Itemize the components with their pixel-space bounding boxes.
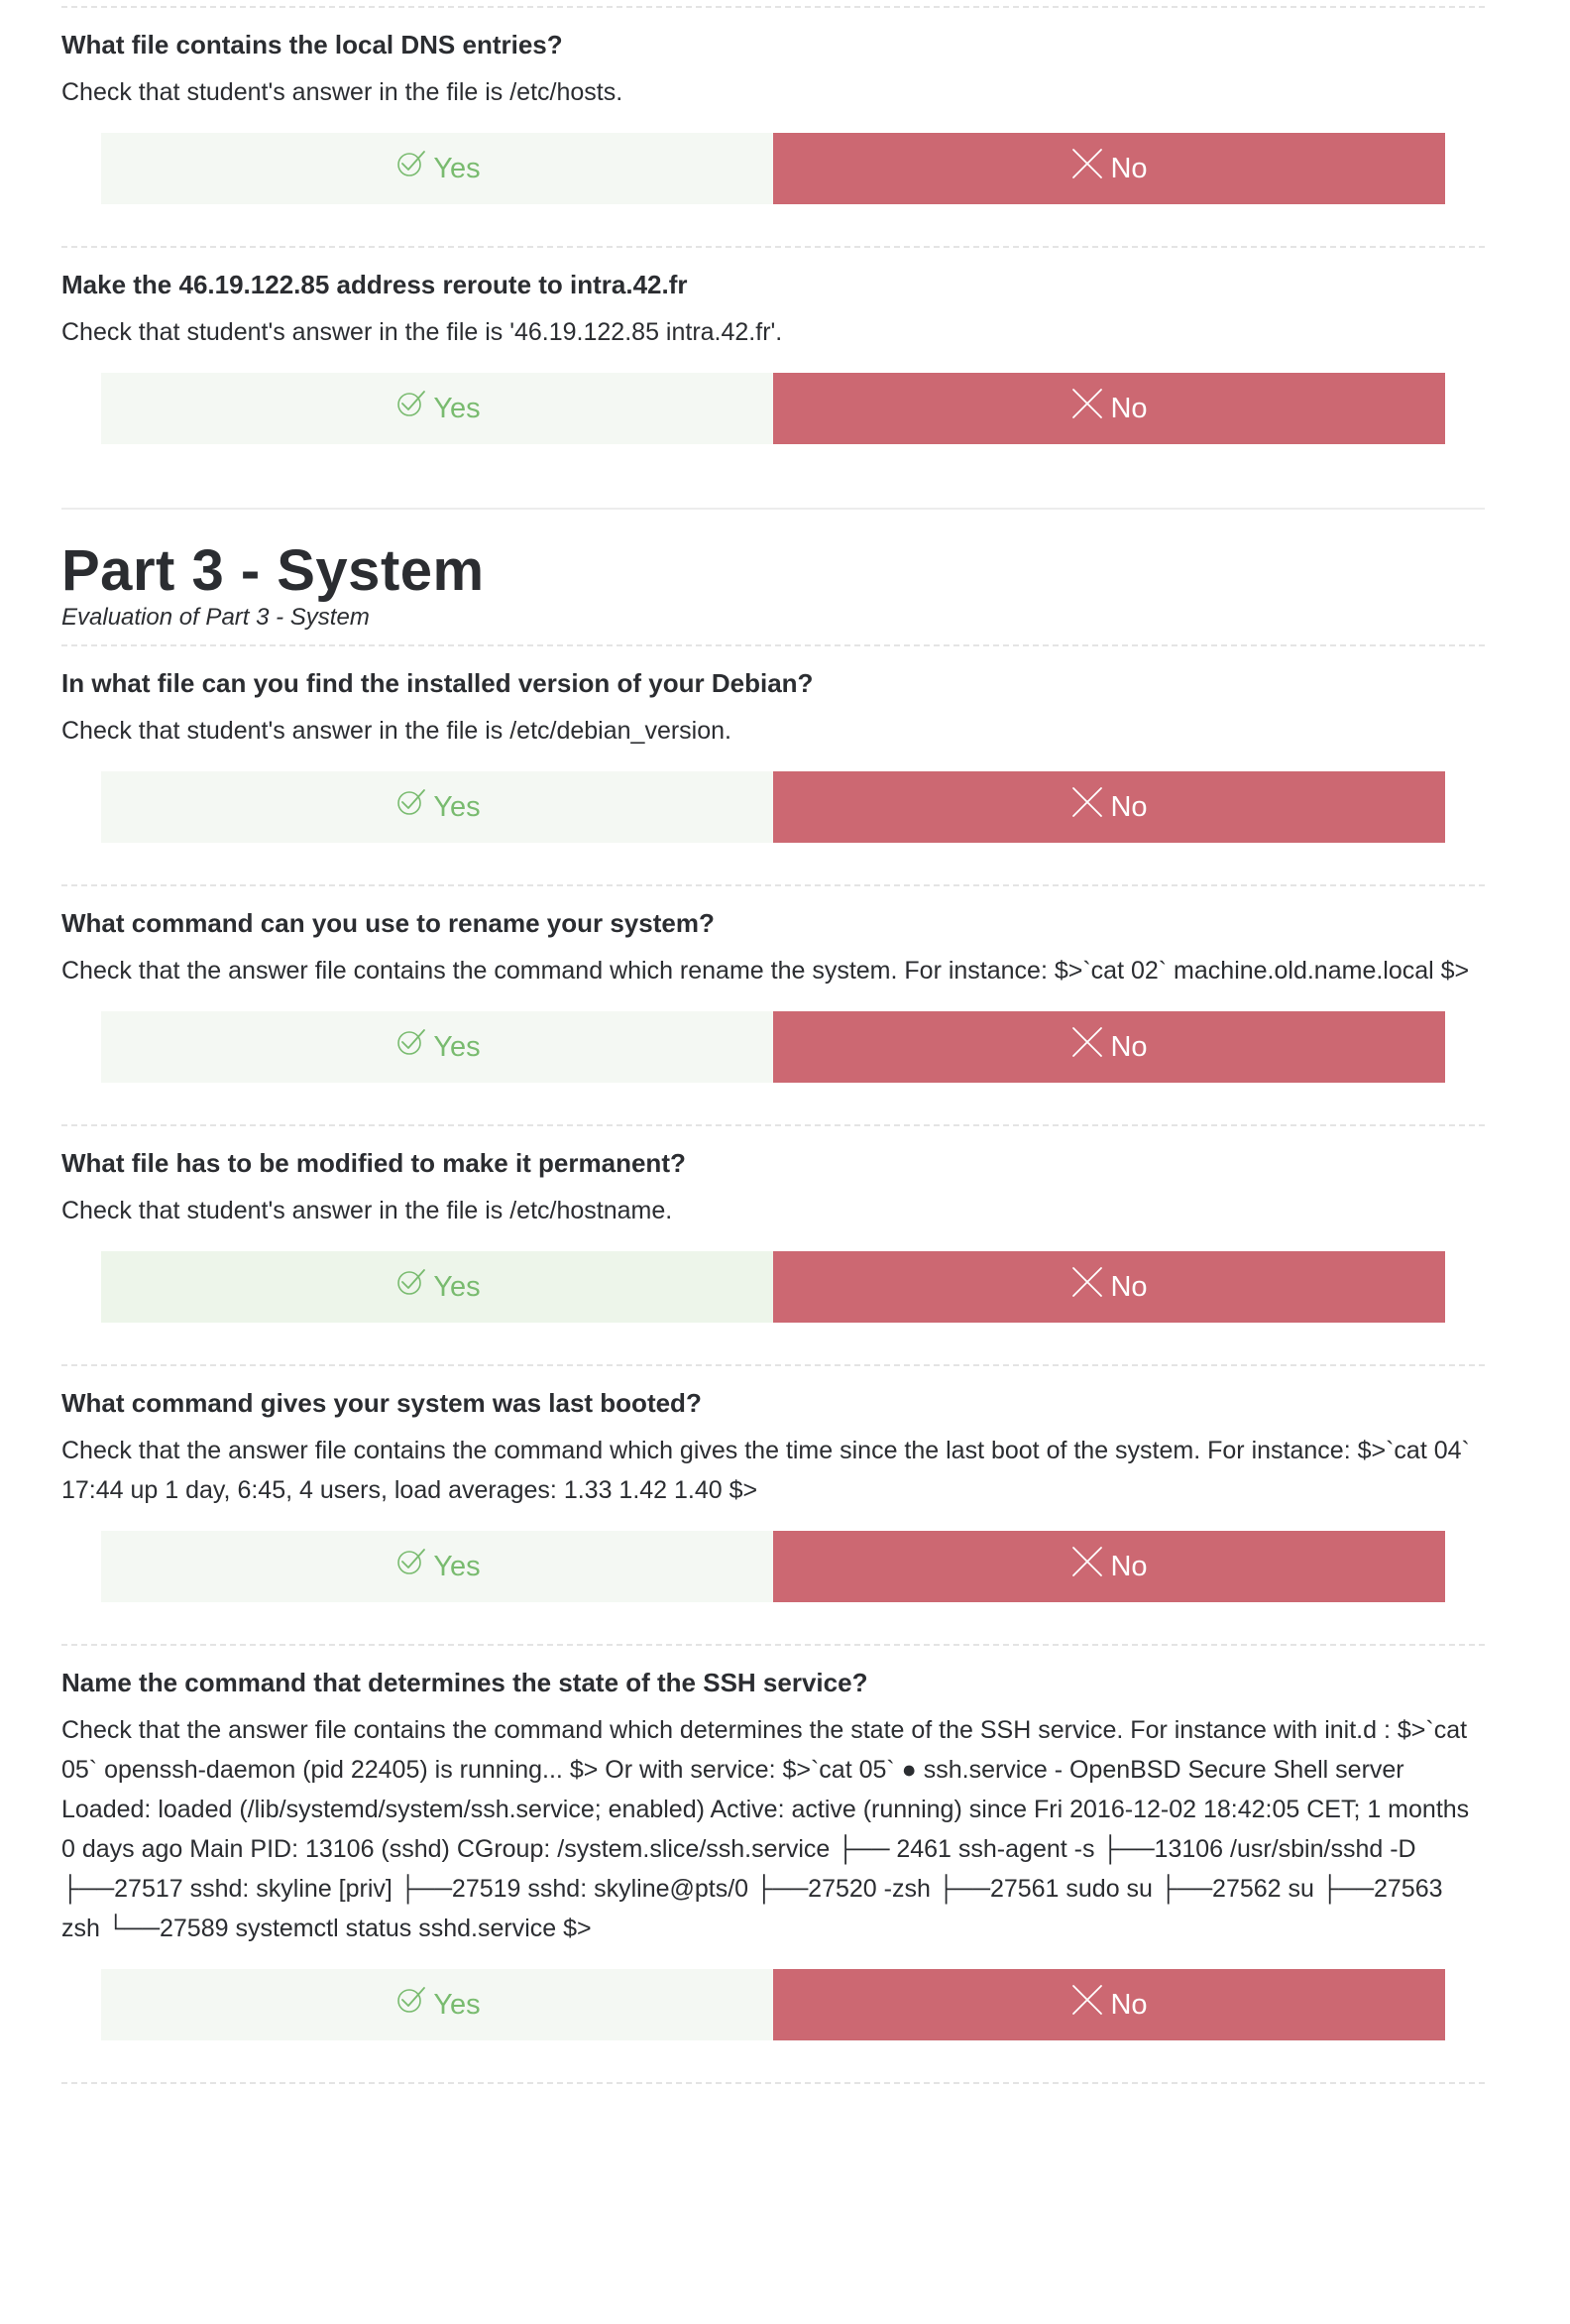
check-circle-icon <box>393 1983 427 2017</box>
answer-buttons: Yes No <box>101 1531 1445 1602</box>
yes-button[interactable]: Yes <box>101 771 773 843</box>
question-block: What command gives your system was last … <box>61 1366 1485 1644</box>
no-label: No <box>1110 1270 1148 1303</box>
question-description: Check that student's answer in the file … <box>61 318 783 346</box>
question-description: Check that student's answer in the file … <box>61 1197 673 1224</box>
question-title: What file has to be modified to make it … <box>61 1148 686 1178</box>
section-divider <box>61 2082 1485 2084</box>
no-label: No <box>1110 790 1148 823</box>
part-title: Part 3 - System <box>61 538 485 603</box>
no-button[interactable]: No <box>773 373 1445 444</box>
answer-buttons: Yes No <box>101 1251 1445 1323</box>
question-block: In what file can you find the installed … <box>61 646 1485 884</box>
no-label: No <box>1110 1030 1148 1063</box>
yes-label: Yes <box>433 392 481 424</box>
answer-buttons: Yes No <box>101 771 1445 843</box>
x-cross-icon <box>1070 785 1104 819</box>
question-title: What command can you use to rename your … <box>61 908 715 938</box>
check-circle-icon <box>393 1265 427 1299</box>
check-circle-icon <box>393 1025 427 1059</box>
answer-buttons: Yes No <box>101 1969 1445 2040</box>
yes-label: Yes <box>433 152 481 184</box>
no-label: No <box>1110 152 1148 184</box>
x-cross-icon <box>1070 1025 1104 1059</box>
x-cross-icon <box>1070 387 1104 420</box>
no-button[interactable]: No <box>773 1969 1445 2040</box>
yes-button[interactable]: Yes <box>101 133 773 204</box>
check-circle-icon <box>393 147 427 180</box>
yes-button[interactable]: Yes <box>101 1531 773 1602</box>
question-title: What file contains the local DNS entries… <box>61 30 563 59</box>
question-block: What file contains the local DNS entries… <box>61 8 1485 246</box>
question-description: Check that the answer file contains the … <box>61 1716 1470 1942</box>
question-description: Check that student's answer in the file … <box>61 78 623 106</box>
yes-label: Yes <box>433 1550 481 1582</box>
yes-button[interactable]: Yes <box>101 373 773 444</box>
question-block: What file has to be modified to make it … <box>61 1126 1485 1364</box>
yes-button[interactable]: Yes <box>101 1251 773 1323</box>
yes-label: Yes <box>433 1030 481 1063</box>
question-title: In what file can you find the installed … <box>61 668 814 698</box>
question-description: Check that the answer file contains the … <box>61 1437 1470 1504</box>
no-button[interactable]: No <box>773 1011 1445 1083</box>
no-label: No <box>1110 1550 1148 1582</box>
check-circle-icon <box>393 1545 427 1578</box>
no-button[interactable]: No <box>773 771 1445 843</box>
question-block: What command can you use to rename your … <box>61 886 1485 1124</box>
yes-label: Yes <box>433 790 481 823</box>
yes-button[interactable]: Yes <box>101 1969 773 2040</box>
no-label: No <box>1110 1988 1148 2021</box>
answer-buttons: Yes No <box>101 133 1445 204</box>
part-subtitle: Evaluation of Part 3 - System <box>61 604 370 631</box>
x-cross-icon <box>1070 1545 1104 1578</box>
question-description: Check that student's answer in the file … <box>61 717 731 745</box>
question-title: Make the 46.19.122.85 address reroute to… <box>61 270 688 299</box>
no-button[interactable]: No <box>773 1251 1445 1323</box>
no-button[interactable]: No <box>773 1531 1445 1602</box>
answer-buttons: Yes No <box>101 373 1445 444</box>
no-button[interactable]: No <box>773 133 1445 204</box>
x-cross-icon <box>1070 147 1104 180</box>
question-block: Make the 46.19.122.85 address reroute to… <box>61 248 1485 508</box>
question-title: What command gives your system was last … <box>61 1388 702 1418</box>
answer-buttons: Yes No <box>101 1011 1445 1083</box>
evaluation-page: What file contains the local DNS entries… <box>0 0 1570 2084</box>
question-block: Name the command that determines the sta… <box>61 1646 1485 2082</box>
x-cross-icon <box>1070 1265 1104 1299</box>
x-cross-icon <box>1070 1983 1104 2017</box>
check-circle-icon <box>393 785 427 819</box>
question-description: Check that the answer file contains the … <box>61 957 1470 985</box>
question-title: Name the command that determines the sta… <box>61 1668 868 1697</box>
yes-button[interactable]: Yes <box>101 1011 773 1083</box>
no-label: No <box>1110 392 1148 424</box>
check-circle-icon <box>393 387 427 420</box>
part-header: Part 3 - System Evaluation of Part 3 - S… <box>61 510 1509 644</box>
yes-label: Yes <box>433 1988 481 2021</box>
yes-label: Yes <box>433 1270 481 1303</box>
